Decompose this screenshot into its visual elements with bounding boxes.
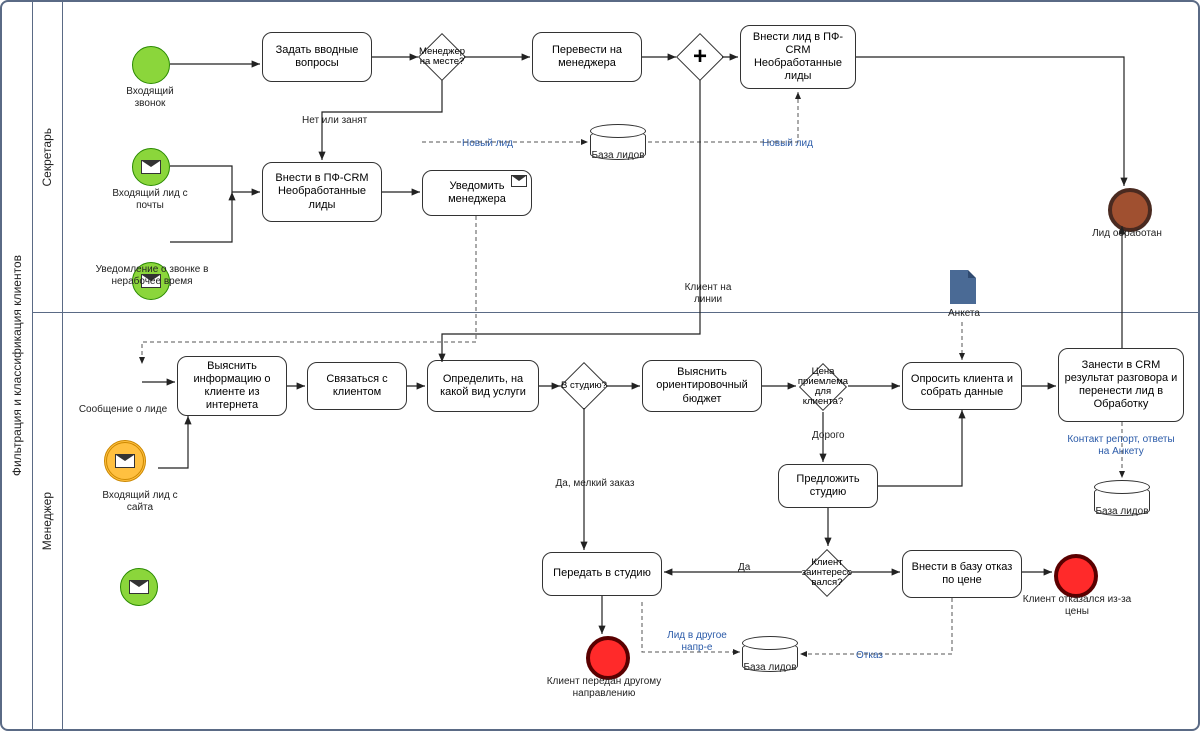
start-event-mail [132, 148, 170, 186]
label-mail: Входящий лид с почты [110, 188, 190, 211]
gateway-interested: Клиент заинтересо вался? [802, 548, 852, 598]
task-find-info: Выяснить информацию о клиенте из интерне… [177, 356, 287, 416]
end-event-transferred [586, 636, 630, 680]
envelope-icon [141, 160, 161, 174]
task-add-lead-pf: Внести лид в ПФ-CRM Необработанные лиды [740, 25, 856, 89]
label-call: Входящий звонок [110, 86, 190, 109]
doc-label: Анкета [942, 308, 986, 320]
edge-refusal: Отказ [856, 650, 883, 662]
task-add-refusal: Внести в базу отказ по цене [902, 550, 1022, 598]
edge-yes: Да [738, 562, 750, 574]
task-add-pf-crm: Внести в ПФ-CRM Необработанные лиды [262, 162, 382, 222]
ds-label-3: База лидов [1090, 506, 1154, 518]
ds-label-1: База лидов [586, 150, 650, 162]
lane-manager: Менеджер [32, 312, 63, 731]
task-ask-intro: Задать вводные вопросы [262, 32, 372, 82]
label-refused: Клиент отказался из-за цены [1022, 594, 1132, 617]
document-form [950, 270, 976, 304]
label-lead-msg: Сообщение о лиде [78, 404, 168, 416]
pool-title: Фильтрация и классификация клиентов [2, 2, 33, 729]
task-transfer-manager: Перевести на менеджера [532, 32, 642, 82]
message-icon [511, 175, 527, 187]
start-event-site-lead [120, 568, 158, 606]
task-survey: Опросить клиента и собрать данные [902, 362, 1022, 410]
gateway-price-ok: Цена приемлема для клиента? [798, 362, 848, 412]
edge-client-line: Клиент на линии [678, 282, 738, 305]
gateway-manager-here: Менеджер на месте? [420, 35, 464, 79]
task-budget: Выяснить ориентировочный бюджет [642, 360, 762, 412]
edge-other-dir: Лид в другое напр-е [662, 630, 732, 653]
edge-contact-report: Контакт репорт, ответы на Анкету [1066, 434, 1176, 457]
task-define: Определить, на какой вид услуги [427, 360, 539, 412]
end-event-lead-processed [1108, 188, 1152, 232]
task-offer-studio: Предложить студию [778, 464, 878, 508]
gateway-in-studio: В студию? [562, 364, 606, 408]
end-event-refused [1054, 554, 1098, 598]
catch-event-lead-msg [104, 440, 146, 482]
bpmn-diagram: Фильтрация и классификация клиентов Секр… [0, 0, 1200, 731]
ds-label-2: База лидов [738, 662, 802, 674]
label-transferred: Клиент передан другому направлению [542, 676, 666, 699]
task-to-studio: Передать в студию [542, 552, 662, 596]
label-offhour: Уведомление о звонке в нерабочее время [92, 264, 212, 287]
task-notify-manager: Уведомить менеджера [422, 170, 532, 216]
edge-new-lead-1: Новый лид [462, 138, 513, 150]
task-contact: Связаться с клиентом [307, 362, 407, 410]
lane-separator [32, 312, 1198, 313]
label-site-lead: Входящий лид с сайта [100, 490, 180, 513]
envelope-icon [115, 454, 135, 468]
edge-small-order: Да, мелкий заказ [550, 478, 640, 490]
edge-new-lead-2: Новый лид [762, 138, 813, 150]
envelope-icon [129, 580, 149, 594]
task-to-crm: Занести в CRM результат разговора и пере… [1058, 348, 1184, 422]
edge-no-busy: Нет или занят [302, 115, 367, 127]
label-lead-processed: Лид обработан [1092, 228, 1162, 240]
gateway-parallel: + [678, 35, 722, 79]
lane-secretary: Секретарь [32, 2, 63, 312]
start-event-call [132, 46, 170, 84]
edge-expensive: Дорого [812, 430, 845, 442]
